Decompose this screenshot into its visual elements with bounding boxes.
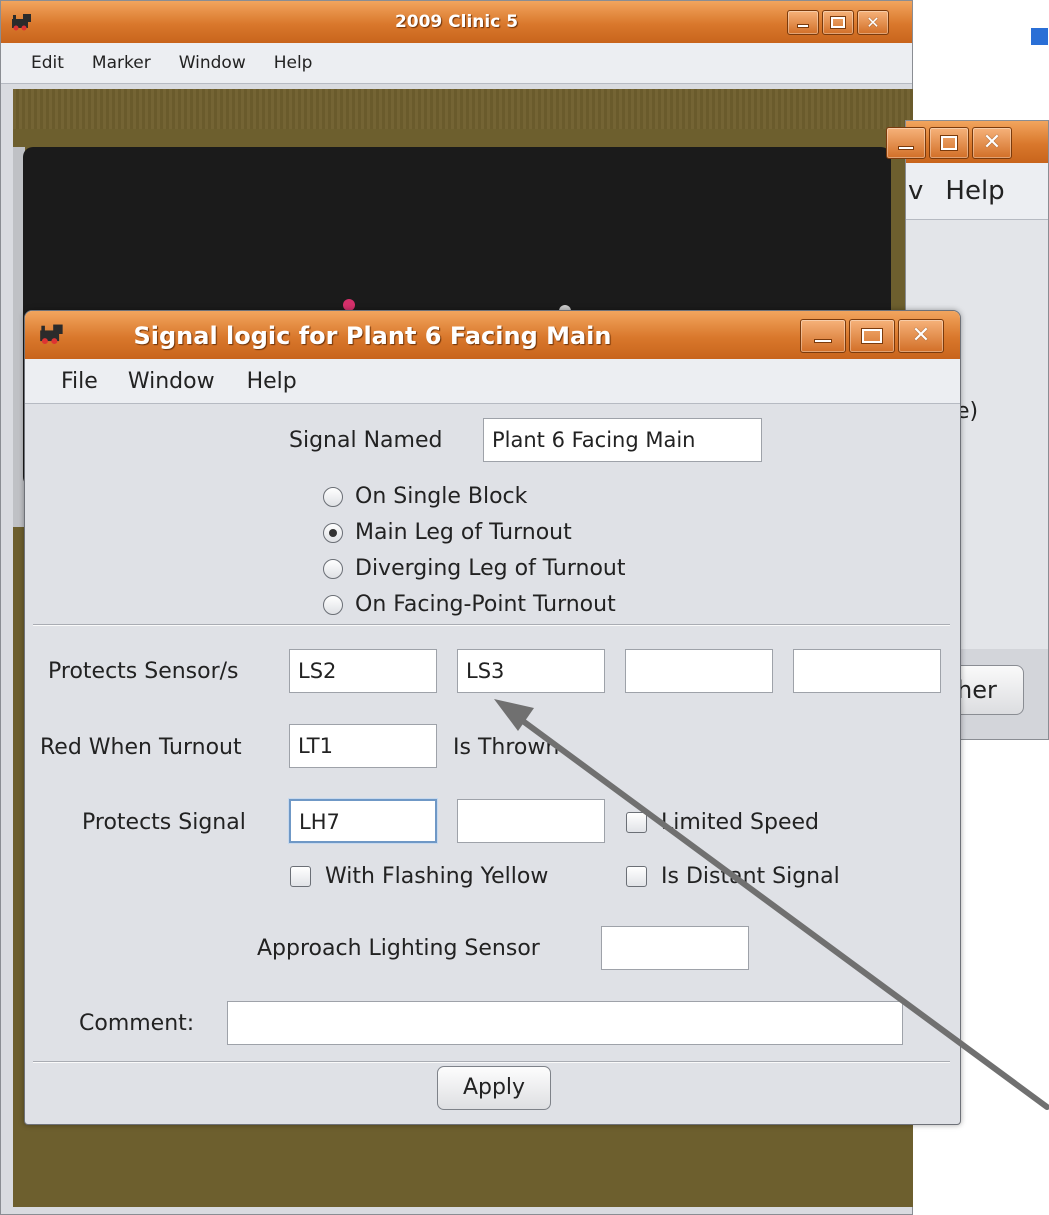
- accent-square: [1031, 28, 1048, 45]
- flashing-yellow-label: With Flashing Yellow: [325, 864, 549, 889]
- red-when-turnout-label: Red When Turnout: [40, 735, 242, 760]
- minimize-icon: [898, 145, 914, 150]
- distant-signal-checkbox[interactable]: [626, 866, 647, 887]
- secondary-maximize-button[interactable]: [929, 127, 969, 159]
- protects-signal-field-2[interactable]: [457, 799, 605, 843]
- layout-editor-menubar: Edit Marker Window Help: [1, 43, 912, 84]
- signal-logic-title: Signal logic for Plant 6 Facing Main: [133, 322, 612, 350]
- secondary-menu-window[interactable]: v: [908, 176, 923, 206]
- menu-help[interactable]: Help: [247, 369, 297, 394]
- distant-signal-checkbox-row[interactable]: Is Distant Signal: [626, 864, 840, 889]
- menu-help[interactable]: Help: [274, 53, 313, 73]
- maximize-icon: [830, 16, 846, 29]
- maximize-icon: [861, 327, 883, 345]
- secondary-menubar: v Help: [906, 163, 1048, 220]
- is-thrown-label: Is Thrown: [453, 735, 560, 760]
- protects-signal-field-1[interactable]: LH7: [289, 799, 437, 843]
- minimize-icon: [797, 23, 809, 28]
- limited-speed-label: Limited Speed: [661, 810, 819, 835]
- separator: [33, 624, 950, 626]
- radio-diverging-leg[interactable]: Diverging Leg of Turnout: [323, 556, 625, 581]
- protects-signal-label: Protects Signal: [82, 810, 246, 835]
- close-button[interactable]: ✕: [857, 10, 889, 35]
- secondary-menu-help[interactable]: Help: [945, 176, 1004, 206]
- secondary-close-button[interactable]: ✕: [972, 127, 1012, 159]
- radio-button[interactable]: [323, 486, 343, 507]
- radio-button[interactable]: [323, 558, 343, 579]
- comment-field[interactable]: [227, 1001, 903, 1045]
- layout-editor-title: 2009 Clinic 5: [394, 12, 519, 32]
- radio-label: On Facing-Point Turnout: [355, 592, 616, 617]
- radio-facing-point[interactable]: On Facing-Point Turnout: [323, 592, 616, 617]
- close-icon: ✕: [911, 323, 931, 348]
- protects-sensor-field-4[interactable]: [793, 649, 941, 693]
- separator: [33, 1061, 950, 1063]
- menu-file[interactable]: File: [61, 369, 98, 394]
- secondary-minimize-button[interactable]: [886, 127, 926, 159]
- signal-named-field[interactable]: Plant 6 Facing Main: [483, 418, 762, 462]
- approach-lighting-label: Approach Lighting Sensor: [257, 936, 540, 961]
- comment-label: Comment:: [79, 1011, 195, 1036]
- menu-window[interactable]: Window: [128, 369, 215, 394]
- close-icon: ✕: [982, 130, 1002, 155]
- menu-window[interactable]: Window: [179, 53, 246, 73]
- protects-sensor-field-1[interactable]: LS2: [289, 649, 437, 693]
- distant-signal-label: Is Distant Signal: [661, 864, 840, 889]
- protects-sensor-field-2[interactable]: LS3: [457, 649, 605, 693]
- menu-marker[interactable]: Marker: [92, 53, 151, 73]
- signal-logic-titlebar[interactable]: Signal logic for Plant 6 Facing Main ✕: [25, 311, 960, 359]
- minimize-icon: [814, 339, 832, 344]
- dialog-maximize-button[interactable]: [849, 319, 895, 353]
- protects-sensors-label: Protects Sensor/s: [48, 659, 239, 684]
- dialog-minimize-button[interactable]: [800, 319, 846, 353]
- radio-main-leg[interactable]: Main Leg of Turnout: [323, 520, 572, 545]
- limited-speed-checkbox-row[interactable]: Limited Speed: [626, 810, 819, 835]
- minimize-button[interactable]: [787, 10, 819, 35]
- layout-editor-titlebar[interactable]: 2009 Clinic 5 ✕: [1, 1, 912, 43]
- radio-label: Diverging Leg of Turnout: [355, 556, 626, 581]
- close-icon: ✕: [866, 13, 880, 32]
- radio-label: On Single Block: [355, 484, 528, 509]
- signal-logic-menubar: File Window Help: [25, 359, 960, 404]
- flashing-yellow-checkbox-row[interactable]: With Flashing Yellow: [290, 864, 548, 889]
- secondary-titlebar[interactable]: ✕: [886, 121, 1048, 163]
- protects-sensor-field-3[interactable]: [625, 649, 773, 693]
- limited-speed-checkbox[interactable]: [626, 812, 647, 833]
- radio-label: Main Leg of Turnout: [355, 520, 572, 545]
- maximize-icon: [939, 135, 959, 151]
- flashing-yellow-checkbox[interactable]: [290, 866, 311, 887]
- approach-lighting-field[interactable]: [601, 926, 749, 970]
- dialog-close-button[interactable]: ✕: [898, 319, 944, 353]
- maximize-button[interactable]: [822, 10, 854, 35]
- signal-named-label: Signal Named: [289, 428, 443, 453]
- apply-button[interactable]: Apply: [437, 1066, 551, 1110]
- signal-logic-dialog: Signal logic for Plant 6 Facing Main ✕ F…: [24, 310, 961, 1125]
- radio-button[interactable]: [323, 594, 343, 615]
- radio-on-single-block[interactable]: On Single Block: [323, 484, 527, 509]
- red-when-turnout-field[interactable]: LT1: [289, 724, 437, 768]
- menu-edit[interactable]: Edit: [31, 53, 64, 73]
- radio-button-selected[interactable]: [323, 522, 343, 543]
